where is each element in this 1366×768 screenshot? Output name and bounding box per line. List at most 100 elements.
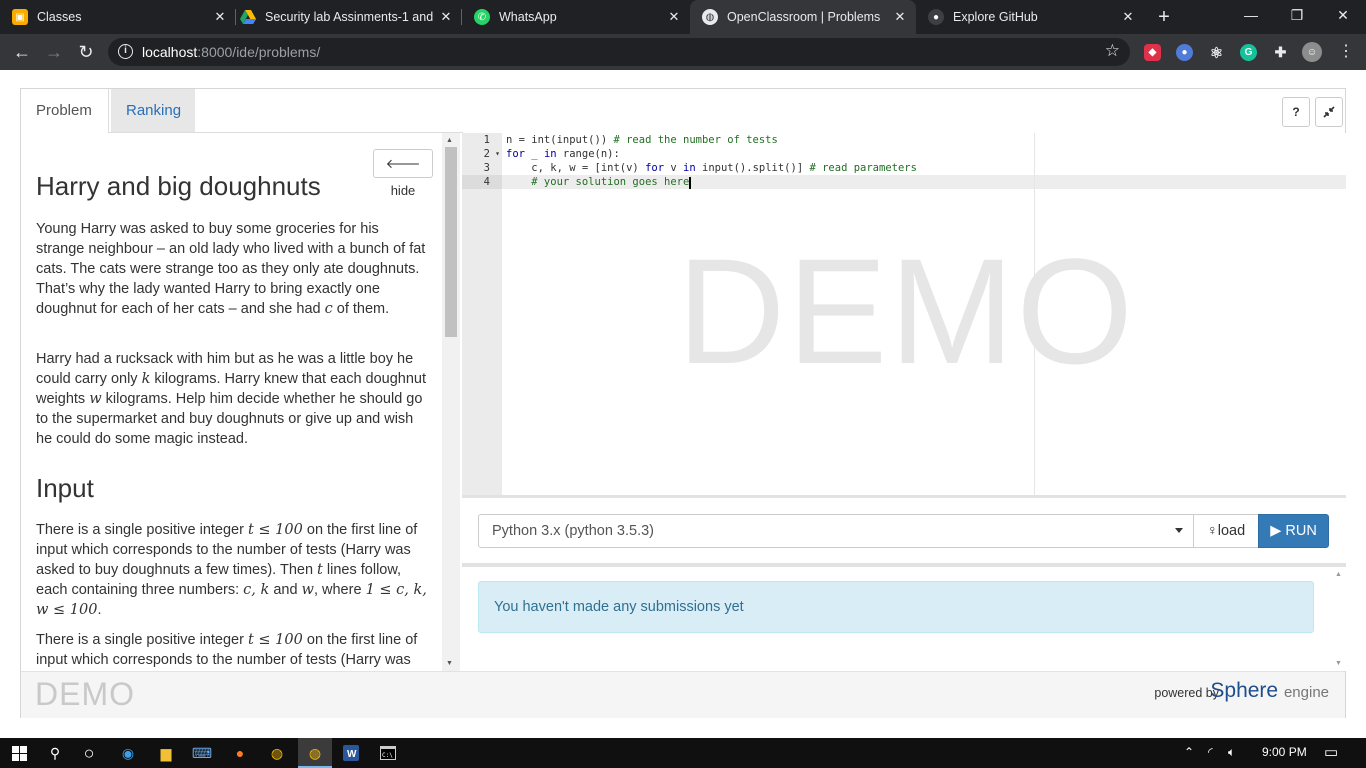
collapse-button[interactable]: [1315, 97, 1343, 127]
line-number: 4: [483, 176, 490, 188]
problem-paragraph-1: Young Harry was asked to buy some grocer…: [36, 221, 426, 317]
problem-scrollbar[interactable]: ▲ ▼: [442, 133, 460, 671]
wifi-icon[interactable]: ◜: [1208, 745, 1213, 759]
minimize-window-button[interactable]: —: [1228, 0, 1274, 30]
submissions-panel: You haven't made any submissions yet ▲ ▼: [462, 567, 1346, 671]
problem-title: Harry and big doughnuts: [36, 171, 321, 201]
word-icon[interactable]: W: [340, 742, 362, 764]
whatsapp-icon: ✆: [474, 9, 490, 25]
globe-icon: ◍: [702, 9, 718, 25]
url-text: localhost:8000/ide/problems/: [142, 44, 321, 60]
browser-toolbar: ← → ↻ i localhost:8000/ide/problems/ ☆ ◆…: [0, 34, 1366, 70]
input-paragraph-1: There is a single positive integer t ≤ 1…: [36, 522, 427, 618]
submissions-scrollbar[interactable]: ▲ ▼: [1332, 567, 1346, 671]
hide-button[interactable]: 🡐 hide: [373, 149, 433, 198]
demo-label: DEMO: [35, 676, 135, 712]
browser-tab-github[interactable]: ● Explore GitHub ✕: [928, 0, 1144, 34]
sphere-engine-logo[interactable]: Sphere engine: [1210, 679, 1329, 703]
scroll-down-icon[interactable]: ▼: [1335, 660, 1342, 667]
fold-arrow-icon[interactable]: ▾: [495, 147, 500, 161]
run-toolbar: Python 3.x (python 3.5.3) ♀load ▶ RUN: [462, 498, 1346, 563]
code-line-3: c, k, w = [int(v) for v in input().split…: [506, 162, 917, 174]
windows-start-icon[interactable]: [8, 742, 30, 764]
demo-watermark: DEMO: [677, 227, 1135, 395]
browser-tab-title: OpenClassroom | Problems: [727, 10, 881, 24]
site-info-icon[interactable]: i: [118, 44, 133, 59]
text-cursor: [689, 177, 691, 189]
scroll-up-icon[interactable]: ▲: [1335, 571, 1342, 578]
problem-pane: 🡐 hide Harry and big doughnuts Young Har…: [21, 133, 442, 671]
keyboard-app-icon[interactable]: ⌨: [191, 742, 213, 764]
no-submissions-alert: You haven't made any submissions yet: [478, 581, 1314, 633]
grammarly-icon[interactable]: G: [1240, 44, 1257, 61]
github-icon: ●: [928, 9, 944, 25]
powered-by-label: powered by: [1154, 686, 1219, 700]
code-line-1: n = int(input()) # read the number of te…: [506, 134, 778, 146]
react-devtools-icon[interactable]: ⚛: [1208, 44, 1225, 62]
browser-menu-icon[interactable]: ⋮: [1334, 40, 1358, 64]
close-window-button[interactable]: ✕: [1320, 0, 1366, 30]
pocket-extension-icon[interactable]: ◆: [1144, 44, 1161, 61]
new-tab-button[interactable]: +: [1152, 6, 1176, 28]
browser-tab-openclassroom[interactable]: ◍ OpenClassroom | Problems ✕: [690, 0, 916, 34]
close-tab-icon[interactable]: ✕: [438, 9, 454, 25]
search-icon[interactable]: ⚲: [44, 742, 66, 764]
run-button[interactable]: ▶ RUN: [1258, 514, 1329, 548]
file-explorer-icon[interactable]: ▆: [155, 742, 177, 764]
svg-text:C:\: C:\: [382, 752, 393, 759]
windows-taskbar: ⚲ ○ ◉ ▆ ⌨ ● ◍ ◍ W C:\ ⌃ ◜ 🔈︎ 9:00 PM ▭: [0, 738, 1366, 768]
browser-tab-classes[interactable]: ▣ Classes ✕: [12, 0, 236, 34]
browser-tab-title: WhatsApp: [499, 10, 557, 24]
close-tab-icon[interactable]: ✕: [1120, 9, 1136, 25]
scrollbar-thumb[interactable]: [445, 147, 457, 337]
extensions-puzzle-icon[interactable]: ✚: [1272, 44, 1289, 61]
line-number: 2 ▾: [483, 147, 500, 161]
svg-text:W: W: [347, 749, 357, 760]
code-editor[interactable]: DEMO 1 2 ▾ 3 4 n = int(input()) # read th…: [462, 133, 1346, 495]
problem-paragraph-2: Harry had a rucksack with him but as he …: [36, 351, 427, 447]
ide-app: Problem Ranking ? 🡐 hide Harry and big d…: [20, 88, 1346, 718]
extension-circle-icon[interactable]: ●: [1176, 44, 1193, 61]
input-paragraph-2: There is a single positive integer t ≤ 1…: [36, 632, 418, 668]
bookmark-star-icon[interactable]: ☆: [1105, 41, 1120, 61]
line-number: 3: [483, 162, 490, 174]
forward-button[interactable]: →: [42, 40, 66, 64]
reload-button[interactable]: ↻: [74, 40, 98, 64]
clock[interactable]: 9:00 PM: [1262, 745, 1307, 759]
close-tab-icon[interactable]: ✕: [892, 9, 908, 25]
edge-browser-icon[interactable]: ◉: [117, 742, 139, 764]
chrome-active-icon[interactable]: ◍: [304, 742, 326, 764]
browser-tab-title: Classes: [37, 10, 82, 24]
close-tab-icon[interactable]: ✕: [666, 9, 682, 25]
code-line-4: # your solution goes here: [506, 176, 690, 188]
google-drive-icon: [240, 9, 256, 25]
chrome-icon[interactable]: ◍: [266, 742, 288, 764]
browser-tab-title: Security lab Assinments-1 and: [265, 10, 434, 24]
scroll-up-icon[interactable]: ▲: [446, 137, 453, 144]
tab-ranking[interactable]: Ranking: [111, 89, 195, 133]
tab-problem[interactable]: Problem: [21, 89, 109, 133]
close-tab-icon[interactable]: ✕: [212, 9, 228, 25]
arrow-left-icon: 🡐: [385, 156, 421, 171]
profile-avatar[interactable]: ☺: [1302, 42, 1322, 62]
browser-tab-whatsapp[interactable]: ✆ WhatsApp ✕: [474, 0, 690, 34]
browser-tab-title: Explore GitHub: [953, 10, 1038, 24]
language-select[interactable]: Python 3.x (python 3.5.3): [478, 514, 1194, 548]
volume-icon[interactable]: 🔈︎: [1228, 745, 1235, 760]
browser-tab-security-lab[interactable]: Security lab Assinments-1 and ✕: [240, 0, 462, 34]
line-number: 1: [483, 134, 490, 146]
notifications-icon[interactable]: ▭: [1324, 743, 1338, 761]
command-prompt-icon[interactable]: C:\: [377, 742, 399, 764]
browser-tab-strip: ▣ Classes ✕ Security lab Assinments-1 an…: [0, 0, 1366, 34]
back-button[interactable]: ←: [10, 40, 34, 64]
footer: DEMO powered by Sphere engine: [21, 671, 1345, 718]
address-bar[interactable]: i localhost:8000/ide/problems/ ☆: [108, 38, 1130, 66]
lightbulb-icon: ♀: [1206, 523, 1218, 539]
restore-window-button[interactable]: ❐: [1274, 0, 1320, 30]
task-view-icon[interactable]: ○: [78, 742, 100, 764]
help-button[interactable]: ?: [1282, 97, 1310, 127]
firefox-icon[interactable]: ●: [229, 742, 251, 764]
load-button[interactable]: ♀load: [1193, 514, 1259, 548]
scroll-down-icon[interactable]: ▼: [446, 660, 453, 667]
chevron-up-icon[interactable]: ⌃: [1184, 745, 1194, 759]
